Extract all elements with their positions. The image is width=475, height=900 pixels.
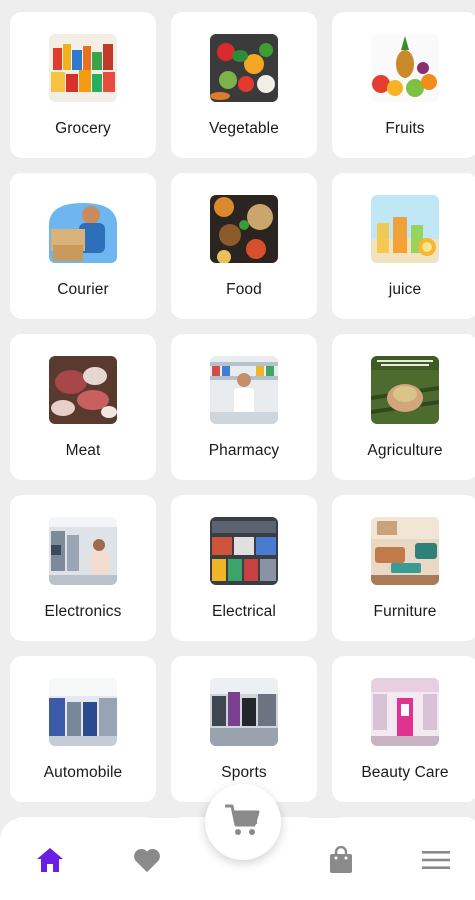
meat-icon (49, 356, 117, 424)
category-label: Pharmacy (208, 442, 280, 459)
category-label: Beauty Care (361, 764, 449, 781)
category-card-meat[interactable]: Meat (10, 334, 156, 480)
food-icon (210, 195, 278, 263)
category-card-furniture[interactable]: Furniture (332, 495, 475, 641)
category-card-pharmacy[interactable]: Pharmacy (171, 334, 317, 480)
category-label: Sports (221, 764, 267, 781)
category-label: Grocery (55, 120, 111, 137)
category-label: Meat (65, 442, 101, 459)
pharmacy-icon (210, 356, 278, 424)
category-card-fruits[interactable]: Fruits (332, 12, 475, 158)
category-label: juice (388, 281, 422, 298)
vegetable-icon (210, 34, 278, 102)
category-label: Furniture (373, 603, 437, 620)
category-card-beauty-care[interactable]: Beauty Care (332, 656, 475, 802)
category-card-grocery[interactable]: Grocery (10, 12, 156, 158)
beauty-care-icon (371, 678, 439, 746)
category-label: Vegetable (209, 120, 279, 137)
category-card-courier[interactable]: Courier (10, 173, 156, 319)
cart-icon (224, 803, 261, 842)
category-label: Food (226, 281, 262, 298)
grocery-icon (49, 34, 117, 102)
furniture-icon (371, 517, 439, 585)
category-label: Courier (57, 281, 109, 298)
category-card-agriculture[interactable]: Agriculture (332, 334, 475, 480)
electrical-icon (210, 517, 278, 585)
cart-button[interactable] (205, 784, 281, 860)
sports-icon (210, 678, 278, 746)
fruits-icon (371, 34, 439, 102)
category-label: Agriculture (367, 442, 443, 459)
menu-icon[interactable] (422, 846, 450, 874)
heart-icon[interactable] (133, 846, 161, 874)
courier-icon (49, 195, 117, 263)
category-card-electronics[interactable]: Electronics (10, 495, 156, 641)
category-label: Fruits (385, 120, 425, 137)
category-card-food[interactable]: Food (171, 173, 317, 319)
category-card-juice[interactable]: juice (332, 173, 475, 319)
category-label: Automobile (43, 764, 123, 781)
category-card-automobile[interactable]: Automobile (10, 656, 156, 802)
category-card-electrical[interactable]: Electrical (171, 495, 317, 641)
home-icon[interactable] (36, 846, 64, 874)
agriculture-icon (371, 356, 439, 424)
category-label: Electronics (44, 603, 122, 620)
juice-icon (371, 195, 439, 263)
category-card-sports[interactable]: Sports (171, 656, 317, 802)
category-label: Electrical (212, 603, 276, 620)
electronics-icon (49, 517, 117, 585)
category-card-vegetable[interactable]: Vegetable (171, 12, 317, 158)
shopping-bag-icon[interactable] (327, 846, 355, 874)
automobile-icon (49, 678, 117, 746)
